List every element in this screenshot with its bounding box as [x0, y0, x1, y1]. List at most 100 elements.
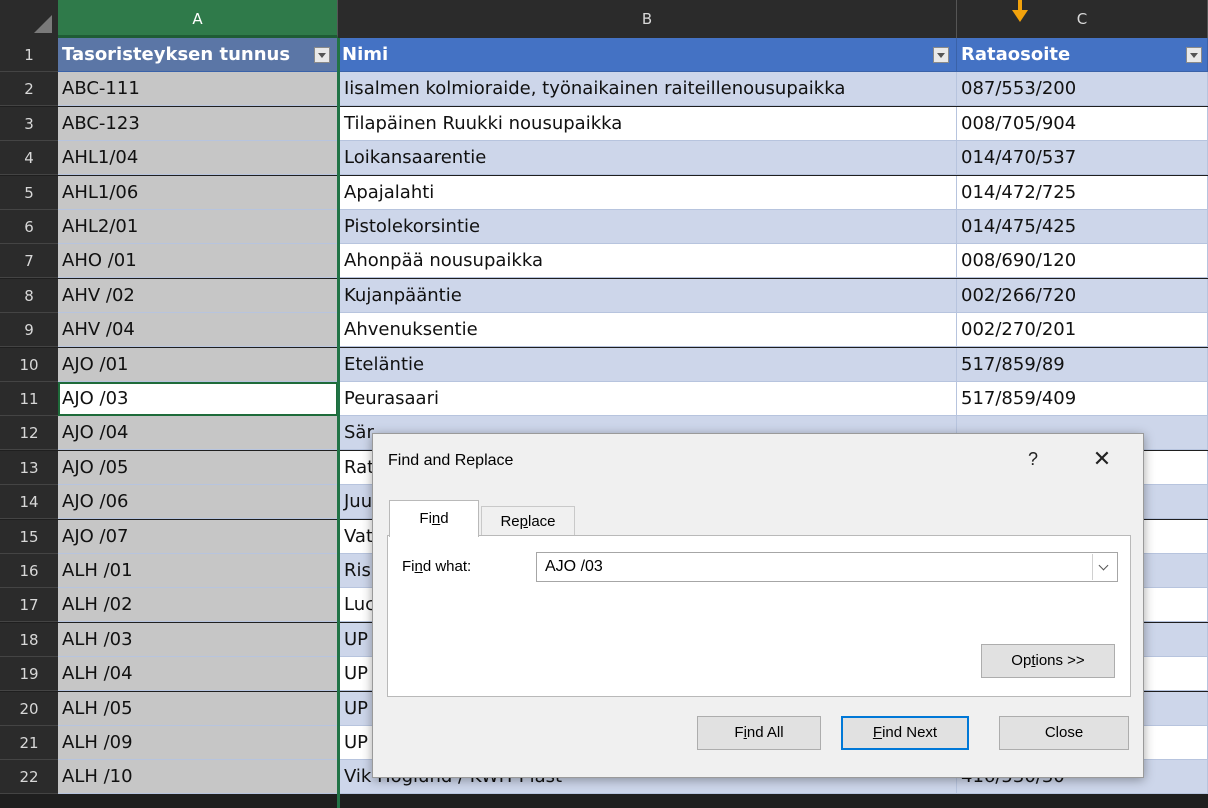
cell-rataosoite[interactable]: 517/859/89 — [957, 348, 1208, 382]
cell-tunnus[interactable]: AJO /07 — [58, 520, 338, 554]
cell-tunnus[interactable]: ALH /09 — [58, 726, 338, 760]
cell-tunnus[interactable]: ALH /10 — [58, 760, 338, 794]
cell-tunnus[interactable]: ALH /04 — [58, 657, 338, 691]
row-number[interactable]: 19 — [0, 657, 58, 691]
find-all-text: F — [734, 724, 744, 741]
cell-nimi[interactable]: Apajalahti — [340, 176, 957, 210]
find-next-mnemonic: F — [872, 724, 883, 741]
filter-dropdown-icon[interactable] — [314, 47, 330, 63]
cell-tunnus[interactable]: ABC-123 — [58, 107, 338, 141]
row-number[interactable]: 3 — [0, 107, 58, 141]
find-replace-dialog: Find and Replace ? ✕ Find Replace Find w… — [372, 433, 1144, 778]
row-number[interactable]: 21 — [0, 726, 58, 760]
filter-dropdown-icon[interactable] — [1186, 47, 1202, 63]
row-number[interactable]: 5 — [0, 176, 58, 210]
row-number[interactable]: 6 — [0, 210, 58, 244]
tab-find[interactable]: Find — [389, 500, 479, 537]
row-number[interactable]: 1 — [0, 38, 58, 72]
cell-rataosoite[interactable]: 014/475/425 — [957, 210, 1208, 244]
cell-nimi[interactable]: Pistolekorsintie — [340, 210, 957, 244]
cell-tunnus[interactable]: AHL1/04 — [58, 141, 338, 175]
tab-replace-mnemonic: p — [519, 513, 528, 530]
header-cell-tunnus[interactable]: Tasoristeyksen tunnus — [58, 38, 338, 72]
cell-rataosoite[interactable]: 002/266/720 — [957, 279, 1208, 313]
cell-nimi[interactable]: Loikansaarentie — [340, 141, 957, 175]
cell-tunnus[interactable]: AJO /01 — [58, 348, 338, 382]
header-cell-rataosoite[interactable]: Rataosoite — [957, 38, 1208, 72]
cell-tunnus[interactable]: AJO /05 — [58, 451, 338, 485]
cell-tunnus[interactable]: AHV /02 — [58, 279, 338, 313]
cell-rataosoite[interactable]: 002/270/201 — [957, 313, 1208, 347]
tab-replace[interactable]: Replace — [481, 506, 575, 536]
row-number[interactable]: 16 — [0, 554, 58, 588]
find-what-label: Find what: — [402, 558, 471, 575]
row-number[interactable]: 20 — [0, 692, 58, 726]
row-number[interactable]: 11 — [0, 382, 58, 416]
close-button[interactable]: Close — [999, 716, 1129, 750]
row-number[interactable]: 7 — [0, 244, 58, 278]
find-all-text-rest: nd All — [746, 724, 784, 741]
header-label: Rataosoite — [961, 44, 1071, 65]
cell-rataosoite[interactable]: 014/470/537 — [957, 141, 1208, 175]
cell-nimi[interactable]: Peurasaari — [340, 382, 957, 416]
row-number[interactable]: 2 — [0, 72, 58, 106]
cell-rataosoite[interactable]: 008/690/120 — [957, 244, 1208, 278]
cell-tunnus[interactable]: AHO /01 — [58, 244, 338, 278]
tab-replace-label: Re — [500, 513, 520, 530]
help-button[interactable]: ? — [1018, 444, 1048, 474]
close-icon[interactable]: ✕ — [1087, 444, 1117, 474]
tab-replace-label-rest: lace — [528, 513, 556, 530]
cell-nimi[interactable]: Iisalmen kolmioraide, työnaikainen raite… — [340, 72, 957, 106]
row-number[interactable]: 14 — [0, 485, 58, 519]
chevron-down-icon[interactable] — [1092, 554, 1116, 580]
cell-tunnus[interactable]: AJO /04 — [58, 416, 338, 450]
filter-dropdown-icon[interactable] — [933, 47, 949, 63]
cell-nimi[interactable]: Tilapäinen Ruukki nousupaikka — [340, 107, 957, 141]
cell-tunnus[interactable]: ALH /02 — [58, 588, 338, 622]
row-number[interactable]: 18 — [0, 623, 58, 657]
find-what-text: Fi — [402, 558, 415, 575]
table-row: 3 ABC-123 Tilapäinen Ruukki nousupaikka 008… — [0, 107, 1208, 141]
cell-rataosoite[interactable]: 087/553/200 — [957, 72, 1208, 106]
row-number[interactable]: 15 — [0, 520, 58, 554]
cell-tunnus[interactable]: ALH /05 — [58, 692, 338, 726]
row-number[interactable]: 12 — [0, 416, 58, 450]
row-number[interactable]: 22 — [0, 760, 58, 794]
row-number[interactable]: 13 — [0, 451, 58, 485]
header-label: Tasoristeyksen tunnus — [62, 44, 291, 65]
table-row: 5 AHL1/06 Apajalahti 014/472/725 — [0, 176, 1208, 210]
cell-nimi[interactable]: Eteläntie — [340, 348, 957, 382]
column-header-c[interactable]: C — [957, 0, 1208, 38]
find-what-input[interactable]: AJO /03 — [536, 552, 1118, 582]
cell-nimi[interactable]: Ahonpää nousupaikka — [340, 244, 957, 278]
cell-nimi[interactable]: Ahvenuksentie — [340, 313, 957, 347]
cell-rataosoite[interactable]: 014/472/725 — [957, 176, 1208, 210]
row-number[interactable]: 8 — [0, 279, 58, 313]
column-header-b[interactable]: B — [338, 0, 957, 38]
find-what-mnemonic: n — [414, 558, 423, 575]
cell-rataosoite[interactable]: 517/859/409 — [957, 382, 1208, 416]
find-all-button[interactable]: Find All — [697, 716, 821, 750]
find-what-text-rest: d what: — [422, 558, 472, 575]
cell-tunnus[interactable]: AHV /04 — [58, 313, 338, 347]
tab-find-mnemonic: n — [431, 510, 441, 527]
row-number[interactable]: 17 — [0, 588, 58, 622]
cell-tunnus[interactable]: ALH /01 — [58, 554, 338, 588]
options-text-rest: ions >> — [1035, 652, 1085, 669]
row-number[interactable]: 10 — [0, 348, 58, 382]
row-number[interactable]: 4 — [0, 141, 58, 175]
header-cell-nimi[interactable]: Nimi — [338, 38, 957, 72]
cell-tunnus[interactable]: AJO /06 — [58, 485, 338, 519]
cell-tunnus[interactable]: ALH /03 — [58, 623, 338, 657]
cell-tunnus[interactable]: ABC-111 — [58, 72, 338, 106]
column-header-a[interactable]: A — [58, 0, 338, 38]
cell-rataosoite[interactable]: 008/705/904 — [957, 107, 1208, 141]
options-button[interactable]: Options >> — [981, 644, 1115, 678]
cell-nimi[interactable]: Kujanpääntie — [340, 279, 957, 313]
select-all-corner[interactable] — [0, 0, 58, 38]
find-next-button[interactable]: Find Next — [841, 716, 969, 750]
row-number[interactable]: 9 — [0, 313, 58, 347]
cell-tunnus[interactable]: AHL1/06 — [58, 176, 338, 210]
cell-tunnus[interactable]: AHL2/01 — [58, 210, 338, 244]
cell-tunnus[interactable]: AJO /03 — [58, 382, 338, 416]
